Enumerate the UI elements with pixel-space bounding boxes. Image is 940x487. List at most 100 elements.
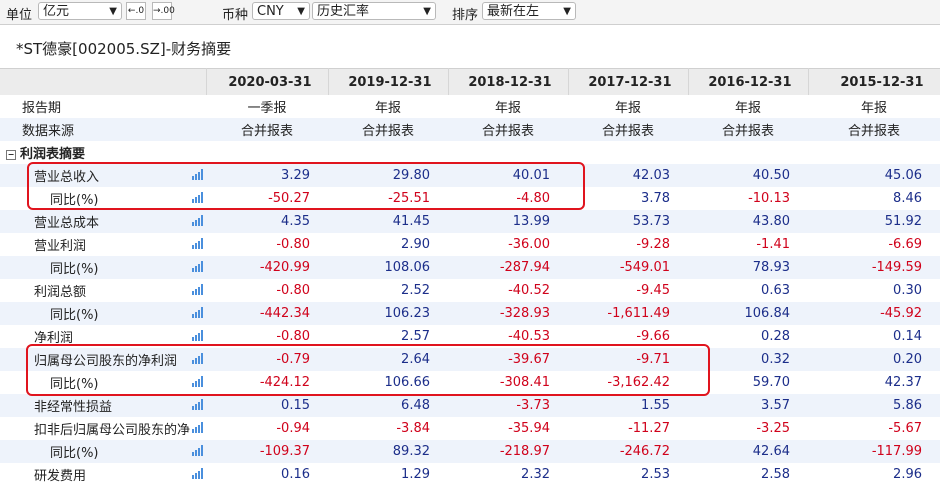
cell-value: 2.58 (761, 467, 790, 482)
cell-value: 4.35 (206, 210, 328, 233)
bar-chart-icon[interactable] (192, 284, 204, 295)
row-label: 扣非后归属母公司股东的净 (0, 417, 206, 440)
cell-value: 42.37 (884, 375, 922, 390)
cell-value: -5.67 (888, 421, 922, 436)
bar-chart-icon[interactable] (192, 422, 204, 433)
collapse-icon[interactable]: − (6, 149, 16, 160)
cell-value: 年报 (614, 101, 641, 116)
cell-value: -109.37 (206, 440, 328, 463)
bar-chart-icon[interactable] (192, 468, 204, 479)
cell-value: 2.52 (401, 283, 430, 298)
table-row: 扣非后归属母公司股东的净 -0.94 -3.84 -35.94 -11.27 -3.25 -… (0, 417, 940, 440)
column-header-date[interactable]: 2017-12-31 (568, 68, 689, 95)
bar-chart-icon[interactable] (192, 215, 204, 226)
toolbar: 单位 亿元 ▼ ←.0 →.00 币种 CNY ▼ 历史汇率 ▼ 排序 最新在左… (0, 0, 940, 25)
row-label: 研发费用 (0, 463, 206, 486)
column-header-date[interactable]: 2020-03-31 (206, 68, 329, 95)
cell-value: 3.57 (688, 394, 808, 417)
row-label-text: 研发费用 (34, 469, 87, 484)
unit-select-value: 亿元 (43, 4, 70, 19)
cell-value: -0.80 (276, 237, 310, 252)
row-label-text: 同比(%) (50, 446, 99, 461)
cell-value: 106.84 (688, 302, 808, 325)
sort-select[interactable]: 最新在左 ▼ (482, 2, 576, 20)
section-header[interactable]: − 利润表摘要 (0, 141, 940, 164)
cell-value: -0.80 (276, 283, 310, 298)
cell-value: 89.32 (328, 440, 448, 463)
unit-select[interactable]: 亿元 ▼ (38, 2, 122, 20)
cell-value: -1,611.49 (568, 302, 688, 325)
row-label: 同比(%) (0, 440, 206, 463)
row-label-text: 非经常性损益 (34, 400, 113, 415)
row-label-text: 扣非后归属母公司股东的净 (34, 423, 191, 438)
table-row: 报告期 一季报 年报 年报 年报 年报 年报 (0, 95, 940, 118)
table-row: 研发费用 0.16 1.29 2.32 2.53 2.58 2.96 (0, 463, 940, 486)
cell-value: -3.25 (756, 421, 790, 436)
bar-chart-icon[interactable] (192, 261, 204, 272)
bar-chart-icon[interactable] (192, 307, 204, 318)
cell-value: -149.59 (808, 256, 940, 279)
cell-value: -10.13 (748, 191, 790, 206)
row-label: 同比(%) (0, 256, 206, 279)
table-row: 营业总成本 4.35 41.45 13.99 53.73 43.80 51.92 (0, 210, 940, 233)
cell-value: -287.94 (448, 256, 568, 279)
cell-value: 年报 (734, 101, 761, 116)
bar-chart-icon[interactable] (192, 399, 204, 410)
cell-value: 合并报表 (328, 118, 448, 141)
cell-value: 3.78 (641, 191, 670, 206)
cell-value: 40.50 (688, 164, 808, 187)
row-label-text: 同比(%) (50, 262, 99, 277)
cell-value: 43.80 (688, 210, 808, 233)
row-label: 非经常性损益 (0, 394, 206, 417)
currency-label: 币种 (222, 8, 249, 23)
sort-label: 排序 (452, 8, 479, 23)
bar-chart-icon[interactable] (192, 445, 204, 456)
table-row: 同比(%) -420.99 108.06 -287.94 -549.01 78.93 -14… (0, 256, 940, 279)
increase-decimal-icon[interactable]: →.00 (152, 2, 175, 20)
column-header-date[interactable]: 2018-12-31 (448, 68, 569, 95)
bar-chart-icon[interactable] (192, 238, 204, 249)
cell-value: -3.73 (448, 394, 568, 417)
sort-select-value: 最新在左 (487, 4, 540, 19)
column-header-date[interactable]: 2016-12-31 (688, 68, 809, 95)
decrease-decimal-icon[interactable]: ←.0 (126, 2, 146, 20)
cell-value: 6.48 (328, 394, 448, 417)
cell-value: 合并报表 (808, 118, 940, 141)
cell-value: 106.23 (328, 302, 448, 325)
cell-value: 一季报 (247, 101, 287, 116)
cell-value: 年报 (860, 101, 887, 116)
bar-chart-icon[interactable] (192, 330, 204, 341)
cell-value: 2.53 (641, 467, 670, 482)
row-label-text: 利润总额 (34, 285, 87, 300)
cell-value: -9.28 (636, 237, 670, 252)
cell-value: 合并报表 (688, 118, 808, 141)
cell-value: 0.63 (761, 283, 790, 298)
row-label: 营业总成本 (0, 210, 206, 233)
cell-value: 5.86 (808, 394, 940, 417)
cell-value: 0.14 (893, 329, 922, 344)
cell-value: 合并报表 (568, 118, 688, 141)
cell-value: 51.92 (808, 210, 940, 233)
rate-select-value: 历史汇率 (317, 4, 370, 19)
row-label-text: 营业总成本 (34, 216, 100, 231)
currency-select[interactable]: CNY ▼ (252, 2, 310, 20)
table-row: 营业利润 -0.80 2.90 -36.00 -9.28 -1.41 -6.69 (0, 233, 940, 256)
header-row: 2020-03-31 2019-12-31 2018-12-31 2017-12-31… (0, 68, 940, 95)
row-label-text: 营业利润 (34, 239, 87, 254)
cell-value: -6.69 (888, 237, 922, 252)
currency-select-value: CNY (257, 4, 284, 19)
section-label: 利润表摘要 (20, 147, 86, 162)
cell-value: 2.90 (401, 237, 430, 252)
highlight-box-revenue (27, 162, 585, 210)
cell-value: 0.30 (893, 283, 922, 298)
rate-select[interactable]: 历史汇率 ▼ (312, 2, 436, 20)
row-label: 同比(%) (0, 302, 206, 325)
cell-value: -218.97 (448, 440, 568, 463)
financial-summary-table: 2020-03-31 2019-12-31 2018-12-31 2017-12-31… (0, 68, 940, 486)
cell-value: 1.29 (401, 467, 430, 482)
table-row: 利润总额 -0.80 2.52 -40.52 -9.45 0.63 0.30 (0, 279, 940, 302)
cell-value: -9.45 (636, 283, 670, 298)
column-header-date[interactable]: 2015-12-31 (808, 68, 940, 95)
cell-value: 2.32 (521, 467, 550, 482)
column-header-date[interactable]: 2019-12-31 (328, 68, 449, 95)
